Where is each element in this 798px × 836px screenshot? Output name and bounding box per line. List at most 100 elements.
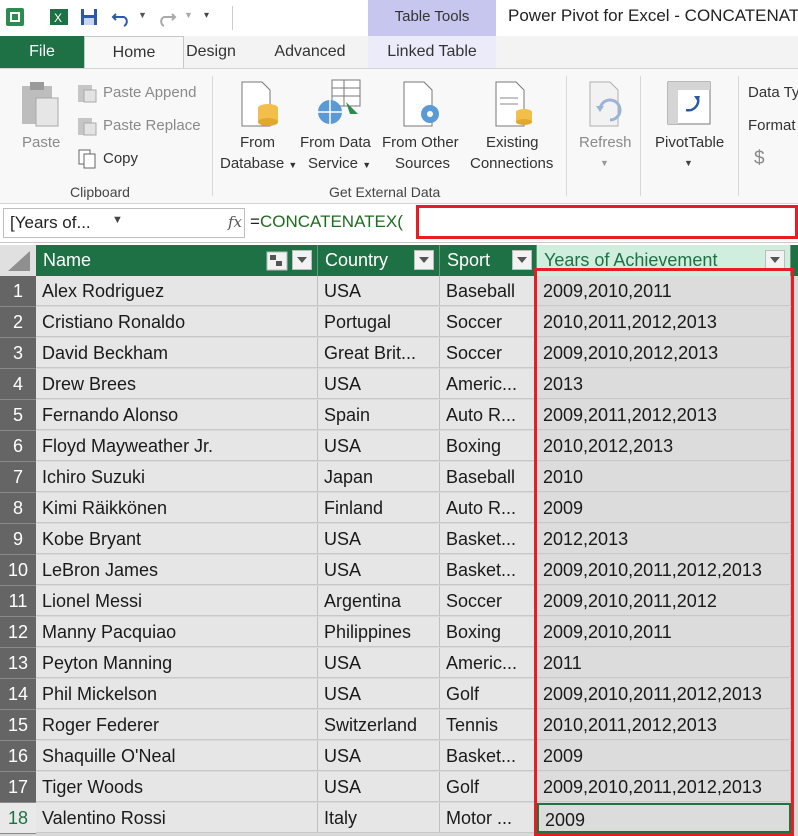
format-label[interactable]: Format [748,117,796,134]
row-number[interactable]: 2 [0,307,36,338]
cell-name[interactable]: Floyd Mayweather Jr. [36,431,318,461]
save-icon[interactable] [78,6,100,28]
cell-country[interactable]: USA [318,431,440,461]
cell-sport[interactable]: Soccer [440,586,537,616]
row-number[interactable]: 7 [0,462,36,493]
paste-replace-button[interactable]: Paste Replace [103,117,201,134]
row-number[interactable]: 16 [0,741,36,772]
cell-country[interactable]: Argentina [318,586,440,616]
cell-country[interactable]: Portugal [318,307,440,337]
cell-sport[interactable]: Basket... [440,741,537,771]
row-number[interactable]: 8 [0,493,36,524]
cell-name[interactable]: Cristiano Ronaldo [36,307,318,337]
from-other-sources-label-2[interactable]: Sources [395,155,450,172]
cell-country[interactable]: Great Brit... [318,338,440,368]
tab-linked-table[interactable]: Linked Table [368,36,496,68]
undo-icon[interactable] [110,6,132,28]
filter-dropdown-icon[interactable] [414,250,434,270]
cell-name[interactable]: Tiger Woods [36,772,318,802]
cell-country[interactable]: USA [318,648,440,678]
cell-name[interactable]: Manny Pacquiao [36,617,318,647]
sort-az-icon[interactable] [266,251,288,271]
customize-qat-icon[interactable]: ▾ [204,10,209,21]
cell-name[interactable]: Valentino Rossi [36,803,318,833]
cell-country[interactable]: USA [318,369,440,399]
row-number[interactable]: 10 [0,555,36,586]
row-number[interactable]: 1 [0,276,36,307]
cell-sport[interactable]: Soccer [440,338,537,368]
tab-advanced[interactable]: Advanced [268,36,352,68]
cell-name[interactable]: Kimi Räikkönen [36,493,318,523]
cell-sport[interactable]: Auto R... [440,400,537,430]
currency-format-button[interactable]: $ [754,148,765,170]
cell-name[interactable]: Shaquille O'Neal [36,741,318,771]
cell-name[interactable]: Kobe Bryant [36,524,318,554]
row-number[interactable]: 3 [0,338,36,369]
pivottable-button[interactable]: PivotTable [655,134,724,151]
cell-name[interactable]: LeBron James [36,555,318,585]
cell-country[interactable]: Philippines [318,617,440,647]
row-number[interactable]: 6 [0,431,36,462]
redo-icon[interactable] [156,6,178,28]
cell-sport[interactable]: Boxing [440,431,537,461]
data-type-label[interactable]: Data Ty [748,84,798,101]
paste-icon[interactable] [18,80,62,130]
function-icon[interactable]: fx [228,213,242,231]
from-data-service-label-1[interactable]: From Data [300,134,371,151]
copy-button[interactable]: Copy [103,150,138,167]
cell-country[interactable]: USA [318,679,440,709]
excel-icon[interactable]: X [48,6,70,28]
cell-name[interactable]: Roger Federer [36,710,318,740]
cell-sport[interactable]: Tennis [440,710,537,740]
column-header-country[interactable]: Country [318,245,440,276]
cell-sport[interactable]: Boxing [440,617,537,647]
row-number[interactable]: 5 [0,400,36,431]
cell-sport[interactable]: Baseball [440,462,537,492]
cell-name[interactable]: Fernando Alonso [36,400,318,430]
row-number[interactable]: 4 [0,369,36,400]
cell-sport[interactable]: Soccer [440,307,537,337]
cell-name[interactable]: Lionel Messi [36,586,318,616]
cell-country[interactable]: USA [318,276,440,306]
paste-button[interactable]: Paste [22,134,60,151]
row-number[interactable]: 9 [0,524,36,555]
name-box[interactable]: [Years of... ▼ fx [3,208,245,238]
cell-name[interactable]: Drew Brees [36,369,318,399]
cell-sport[interactable]: Americ... [440,648,537,678]
cell-name[interactable]: Ichiro Suzuki [36,462,318,492]
cell-country[interactable]: USA [318,524,440,554]
from-data-service-button[interactable]: Service ▼ [308,155,371,172]
filter-dropdown-icon[interactable] [765,250,785,270]
cell-country[interactable]: USA [318,741,440,771]
undo-dropdown-icon[interactable]: ▼ [138,10,147,20]
filter-dropdown-icon[interactable] [292,250,312,270]
cell-name[interactable]: Alex Rodriguez [36,276,318,306]
column-header-sport[interactable]: Sport [440,245,537,276]
row-number[interactable]: 12 [0,617,36,648]
row-number[interactable]: 11 [0,586,36,617]
row-number[interactable]: 18 [0,803,36,834]
from-database-label-1[interactable]: From [240,134,275,151]
tab-home[interactable]: Home [84,36,184,69]
select-all-corner[interactable] [0,245,36,276]
cell-sport[interactable]: Americ... [440,369,537,399]
existing-connections-label-1[interactable]: Existing [486,134,539,151]
cell-sport[interactable]: Basket... [440,555,537,585]
formula-input[interactable]: =CONCATENATEX( [250,212,403,232]
filter-dropdown-icon[interactable] [512,250,532,270]
cell-country[interactable]: USA [318,555,440,585]
existing-connections-label-2[interactable]: Connections [470,155,553,172]
tab-file[interactable]: File [0,36,84,68]
cell-name[interactable]: Phil Mickelson [36,679,318,709]
cell-sport[interactable]: Golf [440,772,537,802]
paste-append-button[interactable]: Paste Append [103,84,196,101]
cell-country[interactable]: Switzerland [318,710,440,740]
cell-country[interactable]: Finland [318,493,440,523]
from-database-button[interactable]: Database ▼ [220,155,297,172]
column-header-name[interactable]: Name [36,245,318,276]
cell-sport[interactable]: Baseball [440,276,537,306]
row-number[interactable]: 17 [0,772,36,803]
tab-design[interactable]: Design [184,36,238,68]
from-other-sources-label-1[interactable]: From Other [382,134,459,151]
cell-name[interactable]: David Beckham [36,338,318,368]
